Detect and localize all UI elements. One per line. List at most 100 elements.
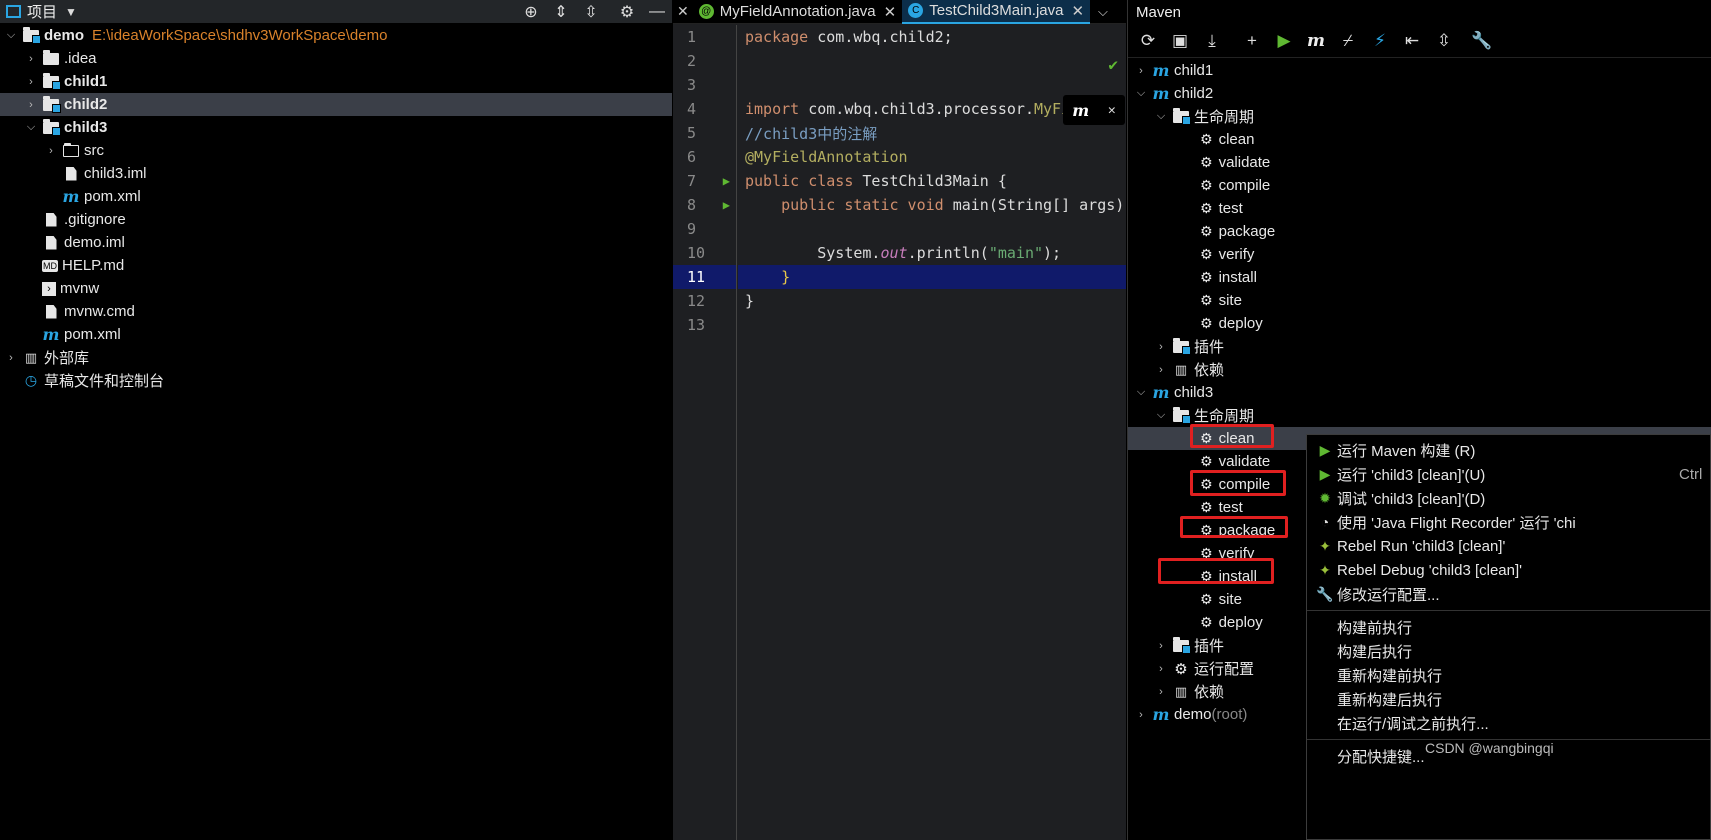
maven-goal-package[interactable]: ⚙ package [1128,220,1711,243]
maven-lifecycle[interactable]: ⌵ 生命周期 [1128,105,1711,128]
tree-item-child3-iml[interactable]: child3.iml [0,162,672,185]
chevron-right-icon[interactable]: › [24,76,38,88]
chevron-right-icon[interactable]: › [1154,364,1168,376]
chevron-down-icon[interactable]: ⌵ [1098,4,1108,20]
menu-item-debug-clean[interactable]: ✹ 调试 'child3 [clean]'(D) [1307,486,1710,510]
menu-item-before-run-debug[interactable]: 在运行/调试之前执行... [1307,711,1710,735]
tree-item-help-md[interactable]: MD HELP.md [0,254,672,277]
maven-goal-install[interactable]: ⚙ install [1128,266,1711,289]
run-icon[interactable]: ▶ [1268,26,1300,56]
show-dependencies-icon[interactable]: ⇤ [1396,26,1428,56]
menu-item-rebel-debug[interactable]: ✦ Rebel Debug 'child3 [clean]' [1307,558,1710,582]
locate-icon[interactable]: ⊕ [516,0,546,24]
tree-item-demo-iml[interactable]: demo.iml [0,231,672,254]
file-icon [42,235,60,251]
reload-folder-icon[interactable]: ▣ [1164,26,1196,56]
maven-project-child1[interactable]: › m child1 [1128,59,1711,82]
tree-item-child3-pom[interactable]: m pom.xml [0,185,672,208]
close-icon[interactable]: ✕ [1108,103,1116,118]
maven-goal-validate[interactable]: ⚙ validate [1128,151,1711,174]
line-number: 13 [687,316,706,334]
tree-item-src[interactable]: › src [0,139,672,162]
gear-icon: ⚙ [1200,315,1213,331]
tree-item-demo[interactable]: ⌵ demo E:\ideaWorkSpace\shdhv3WorkSpace\… [0,24,672,47]
close-icon[interactable]: ✕ [1071,2,1084,20]
menu-item-run-maven-build[interactable]: ▶ 运行 Maven 构建 (R) [1307,438,1710,462]
code-area[interactable]: package com.wbq.child2; import com.wbq.c… [738,25,1126,840]
chevron-down-icon[interactable]: ▼ [65,5,77,19]
tree-item-external-libs[interactable]: › ▥ 外部库 [0,346,672,369]
maven-project-child2[interactable]: ⌵ m child2 [1128,82,1711,105]
chevron-down-icon[interactable]: ⌵ [1134,386,1148,399]
gear-icon[interactable]: ⚙ [612,0,642,24]
maven-goal-site[interactable]: ⚙ site [1128,289,1711,312]
tree-item-gitignore[interactable]: .gitignore [0,208,672,231]
tree-item-idea[interactable]: › .idea [0,47,672,70]
menu-item-after-rebuild[interactable]: 重新构建后执行 [1307,687,1710,711]
chevron-right-icon[interactable]: › [1134,709,1148,721]
chevron-right-icon[interactable]: › [1154,663,1168,675]
gear-icon: ⚙ [1200,246,1213,262]
menu-item-after-build[interactable]: 构建后执行 [1307,639,1710,663]
project-title[interactable]: 项目 [27,1,57,22]
chevron-right-icon[interactable]: › [1154,640,1168,652]
chevron-down-icon[interactable]: ⌵ [1154,110,1168,123]
code-line: System. out .println("main"); [745,244,1062,262]
maven-item-label: 依赖 [1194,362,1225,379]
maven-goal-test[interactable]: ⚙ test [1128,197,1711,220]
chevron-right-icon[interactable]: › [1154,686,1168,698]
chevron-down-icon[interactable]: ⌵ [1154,409,1168,422]
chevron-down-icon[interactable]: ⌵ [1134,87,1148,100]
chevron-right-icon[interactable]: › [24,99,38,111]
reload-icon[interactable]: ⟳ [1132,26,1164,56]
close-icon[interactable]: ✕ [673,3,693,20]
add-icon[interactable]: + [1236,26,1268,56]
menu-item-rebel-run[interactable]: ✦ Rebel Run 'child3 [clean]' [1307,534,1710,558]
maven-goal-icon[interactable]: m [1300,26,1332,56]
maven-goal-compile[interactable]: ⚙ compile [1128,174,1711,197]
maven-goal-verify[interactable]: ⚙ verify [1128,243,1711,266]
collapse-all-icon[interactable]: ⇳ [576,0,606,24]
chevron-down-icon[interactable]: ⌵ [24,121,38,134]
tree-item-scratches[interactable]: ◷ 草稿文件和控制台 [0,369,672,392]
menu-item-before-rebuild[interactable]: 重新构建前执行 [1307,663,1710,687]
minimize-icon[interactable]: — [642,0,672,24]
menu-item-modify-run-config[interactable]: 🔧 修改运行配置... [1307,582,1710,606]
chevron-right-icon[interactable]: › [4,352,18,364]
chevron-right-icon[interactable]: › [1154,341,1168,353]
skip-tests-icon[interactable]: ⚡ [1364,26,1396,56]
chevron-down-icon[interactable]: ⌵ [4,29,18,42]
tree-item-mvnw-cmd[interactable]: mvnw.cmd [0,300,672,323]
tab-myfieldannotation[interactable]: @ MyFieldAnnotation.java ✕ [693,0,903,24]
menu-item-run-clean[interactable]: ▶ 运行 'child3 [clean]'(U) Ctrl [1307,462,1710,486]
module-folder-icon [42,118,61,136]
menu-item-before-build[interactable]: 构建前执行 [1307,615,1710,639]
chevron-right-icon[interactable]: › [1134,65,1148,77]
tree-item-child3[interactable]: ⌵ child3 [0,116,672,139]
tab-testchild3main[interactable]: C TestChild3Main.java ✕ [902,0,1091,24]
collapse-all-icon[interactable]: ⇳ [1428,26,1460,56]
maven-goal-deploy[interactable]: ⚙ deploy [1128,312,1711,335]
maven-plugins[interactable]: › 插件 [1128,335,1711,358]
run-gutter-icon[interactable]: ▶ [723,198,730,212]
maven-reload-icon[interactable]: m [1072,101,1089,120]
expand-all-icon[interactable]: ⇕ [546,0,576,24]
tree-item-demo-pom[interactable]: m pom.xml [0,323,672,346]
menu-item-jfr-run[interactable]: ◔ 使用 'Java Flight Recorder' 运行 'chi [1307,510,1710,534]
maven-goal-clean[interactable]: ⚙ clean [1128,128,1711,151]
maven-dependencies[interactable]: › ▥ 依赖 [1128,358,1711,381]
chevron-right-icon[interactable]: › [44,145,58,157]
tree-item-child2[interactable]: › child2 [0,93,672,116]
close-icon[interactable]: ✕ [884,3,897,21]
tree-item-child1[interactable]: › child1 [0,70,672,93]
wrench-icon[interactable]: 🔧 [1466,26,1498,56]
tree-item-mvnw[interactable]: › mvnw [0,277,672,300]
maven-item-label: child3 [1174,384,1214,401]
maven-project-child3[interactable]: ⌵ m child3 [1128,381,1711,404]
chevron-right-icon[interactable]: › [24,53,38,65]
toggle-offline-icon[interactable]: ⌿ [1332,26,1364,56]
run-gutter-icon[interactable]: ▶ [723,174,730,188]
inspection-ok-icon[interactable]: ✔ [1108,55,1118,74]
download-icon[interactable]: ⤓ [1196,26,1228,56]
